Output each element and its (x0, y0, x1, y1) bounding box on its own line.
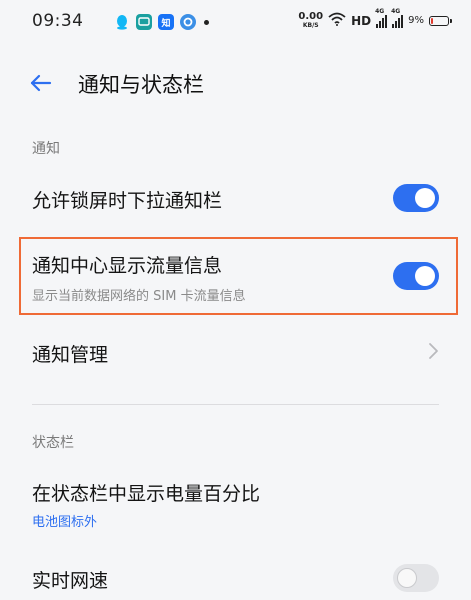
setting-label-traffic-info: 通知中心显示流量信息 (32, 255, 223, 277)
wifi-icon (328, 11, 346, 30)
page-title: 通知与状态栏 (78, 73, 204, 97)
signal-tag-sim2: 4G (391, 7, 401, 15)
setting-label-battery-percent: 在状态栏中显示电量百分比 (32, 483, 261, 505)
notification-app-icons: 知 (114, 14, 209, 30)
signal-icon-sim1: 4G (375, 8, 388, 28)
message-icon (136, 14, 152, 30)
net-speed-unit: KB/S (302, 22, 319, 29)
toggle-knob (415, 188, 435, 208)
signal-tag-sim1: 4G (375, 7, 385, 15)
setting-value-battery-percent: 电池图标外 (32, 515, 98, 530)
signal-icon-sim2: 4G (391, 8, 404, 28)
toggle-knob (415, 266, 435, 286)
net-speed-value: 0.00 (298, 11, 324, 22)
battery-percent: 9% (408, 15, 424, 26)
toggle-lock-pulldown[interactable] (393, 184, 439, 212)
divider (32, 404, 439, 405)
back-arrow-icon[interactable] (28, 70, 54, 96)
setting-desc-traffic-info: 显示当前数据网络的 SIM 卡流量信息 (32, 289, 246, 304)
toggle-traffic-info[interactable] (393, 262, 439, 290)
chevron-right-icon (426, 341, 440, 361)
toggle-realtime-speed[interactable] (393, 564, 439, 592)
section-header-notifications: 通知 (32, 141, 60, 157)
net-speed: 0.00 KB/S (298, 12, 323, 29)
zhihu-icon: 知 (158, 14, 174, 30)
status-time: 09:34 (32, 11, 84, 31)
setting-label-realtime-speed: 实时网速 (32, 570, 109, 592)
title-bar: 通知与状态栏 (0, 60, 471, 106)
more-notifications-dot (204, 19, 209, 25)
battery-level (431, 17, 433, 24)
qq-icon (114, 14, 130, 30)
section-header-statusbar: 状态栏 (32, 435, 74, 451)
setting-label-lock-pulldown: 允许锁屏时下拉通知栏 (32, 190, 223, 212)
hd-label: HD (351, 13, 372, 28)
battery-icon (429, 15, 452, 26)
status-bar: 09:34 知 0.00 KB/S HD 4G 4G 9% (0, 0, 471, 44)
browser-icon (180, 14, 196, 30)
status-indicators: 0.00 KB/S HD 4G 4G 9% (298, 8, 452, 30)
setting-label-notif-manage: 通知管理 (32, 344, 109, 366)
toggle-knob (397, 568, 417, 588)
